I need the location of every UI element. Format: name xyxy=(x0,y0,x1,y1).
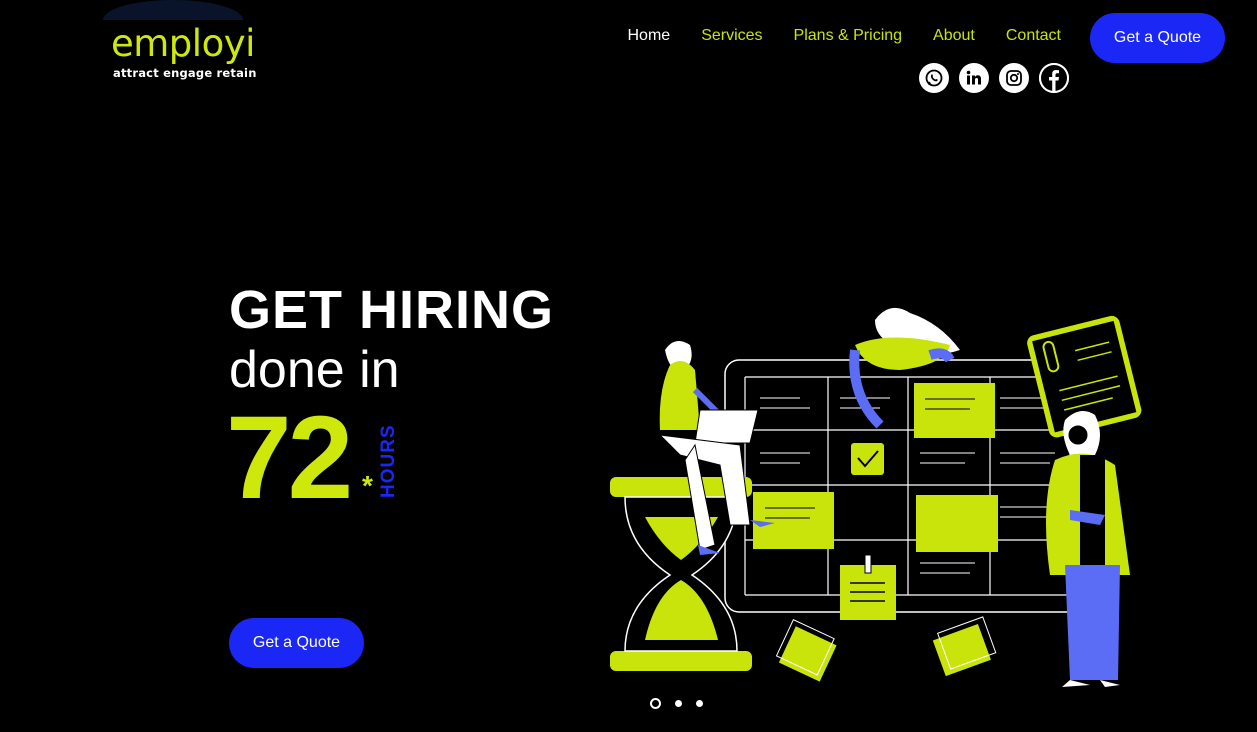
nav-home[interactable]: Home xyxy=(612,27,686,45)
get-quote-button-header[interactable]: Get a Quote xyxy=(1090,13,1225,63)
nav-about[interactable]: About xyxy=(918,27,991,45)
hero-number: 72 xyxy=(226,392,353,524)
nav-plans-pricing[interactable]: Plans & Pricing xyxy=(778,27,918,45)
linkedin-icon[interactable] xyxy=(959,63,989,93)
carousel-dots xyxy=(650,698,703,709)
main-nav: Home Services Plans & Pricing About Cont… xyxy=(612,27,1077,45)
get-quote-button-hero[interactable]: Get a Quote xyxy=(229,618,364,668)
carousel-dot-3[interactable] xyxy=(696,700,703,707)
logo-wordmark: employi xyxy=(111,22,255,65)
whatsapp-icon[interactable] xyxy=(919,63,949,93)
carousel-dot-1[interactable] xyxy=(650,698,661,709)
social-links xyxy=(919,63,1069,93)
hero-asterisk: * xyxy=(362,470,373,501)
hero-subheadline: done in xyxy=(229,341,400,399)
logo-backdrop xyxy=(103,0,243,20)
logo-tagline: attract engage retain xyxy=(113,66,257,80)
facebook-icon[interactable] xyxy=(1039,63,1069,93)
hero-illustration xyxy=(610,307,1142,687)
carousel-dot-2[interactable] xyxy=(675,700,682,707)
hero-headline: GET HIRING xyxy=(229,280,555,340)
hero-unit: HOURS xyxy=(378,424,399,498)
nav-services[interactable]: Services xyxy=(686,27,778,45)
instagram-icon[interactable] xyxy=(999,63,1029,93)
logo[interactable]: employi attract engage retain xyxy=(103,0,256,90)
nav-contact[interactable]: Contact xyxy=(990,27,1076,45)
